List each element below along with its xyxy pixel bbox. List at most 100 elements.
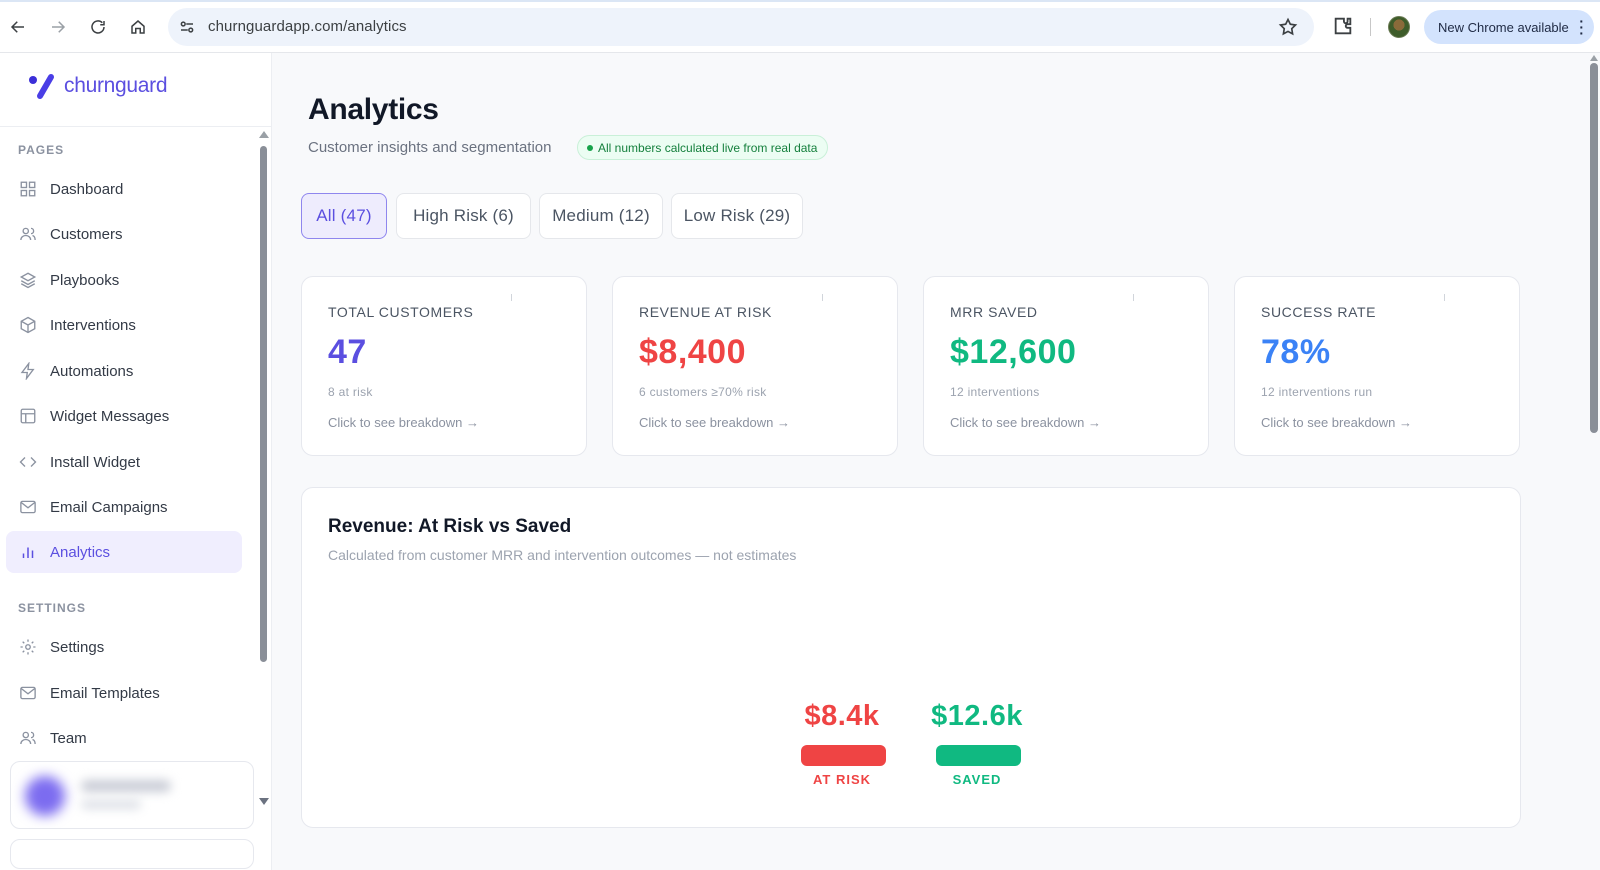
segment-tab-low-risk[interactable]: Low Risk (29) (671, 193, 803, 239)
chart-title: Revenue: At Risk vs Saved (328, 516, 572, 537)
zap-icon (19, 362, 37, 380)
live-data-badge: All numbers calculated live from real da… (577, 135, 829, 160)
sidebar-item-label: Settings (50, 638, 105, 656)
sidebar-item-playbooks[interactable]: Playbooks (6, 259, 242, 301)
sidebar-item-automations[interactable]: Automations (6, 350, 242, 392)
sidebar-item-settings[interactable]: Settings (6, 626, 242, 668)
kpi-card-total-customers[interactable]: TOTAL CUSTOMERS 47 8 at risk Click to se… (301, 276, 587, 456)
live-badge-label: All numbers calculated live from real da… (598, 140, 818, 155)
reload-icon[interactable] (83, 12, 113, 42)
kpi-breakdown-link[interactable]: Click to see breakdown → (639, 415, 790, 430)
segment-tab-all[interactable]: All (47) (301, 193, 387, 239)
bar-saved[interactable] (936, 745, 1021, 766)
grid-icon (19, 180, 37, 198)
back-icon[interactable] (3, 12, 33, 42)
sidebar-scroll-down-icon[interactable] (259, 798, 269, 805)
chart-subtitle: Calculated from customer MRR and interve… (328, 547, 797, 563)
kpi-label: MRR SAVED (950, 304, 1038, 320)
url-text[interactable]: churnguardapp.com/analytics (208, 18, 407, 35)
kpi-breakdown-link[interactable]: Click to see breakdown → (328, 415, 479, 430)
sidebar-scrollbar[interactable] (260, 146, 267, 662)
sidebar-item-email-campaigns[interactable]: Email Campaigns (6, 486, 242, 528)
avatar (25, 776, 65, 816)
layers-icon (19, 271, 37, 289)
sidebar-item-label: Interventions (50, 316, 136, 334)
card-handle (822, 294, 823, 301)
sidebar-item-customers[interactable]: Customers (6, 213, 242, 255)
layout-icon (19, 407, 37, 425)
code-icon (19, 453, 37, 471)
sidebar-item-label: Widget Messages (50, 407, 170, 425)
segment-tab-medium[interactable]: Medium (12) (539, 193, 663, 239)
users-icon (19, 225, 37, 243)
sidebar-item-label: Email Campaigns (50, 498, 168, 516)
kpi-breakdown-link[interactable]: Click to see breakdown → (950, 415, 1101, 430)
home-icon[interactable] (123, 12, 153, 42)
forward-icon[interactable] (43, 12, 73, 42)
kpi-value: $12,600 (950, 333, 1077, 371)
user-email-redacted (81, 800, 141, 809)
kpi-subtext: 8 at risk (328, 385, 373, 399)
users-icon (19, 729, 37, 747)
sidebar-item-label: Customers (50, 225, 123, 243)
kpi-card-revenue-at-risk[interactable]: REVENUE AT RISK $8,400 6 customers ≥70% … (612, 276, 898, 456)
chrome-update-button[interactable]: New Chrome available · · · (1424, 10, 1594, 44)
bar-category-label-at-risk: AT RISK (812, 772, 872, 787)
user-name-redacted (81, 780, 171, 792)
more-menu-icon[interactable]: · · · (1579, 14, 1584, 40)
sidebar-item-install-widget[interactable]: Install Widget (6, 441, 242, 483)
sidebar-item-label: Playbooks (50, 271, 120, 289)
bar-chart-icon (19, 543, 37, 561)
pages-section-label: PAGES (18, 143, 65, 157)
sidebar-item-dashboard[interactable]: Dashboard (6, 168, 242, 210)
sidebar-item-interventions[interactable]: Interventions (6, 304, 242, 346)
user-profile-card[interactable] (10, 761, 254, 829)
box-icon (19, 316, 37, 334)
chrome-update-label: New Chrome available (1438, 19, 1569, 35)
card-handle (1444, 294, 1445, 301)
bar-category-label-saved: SAVED (952, 772, 1002, 787)
kpi-breakdown-link[interactable]: Click to see breakdown → (1261, 415, 1412, 430)
sidebar-item-team[interactable]: Team (6, 717, 242, 759)
kpi-card-mrr-saved[interactable]: MRR SAVED $12,600 12 interventions Click… (923, 276, 1209, 456)
revenue-chart-card: Revenue: At Risk vs Saved Calculated fro… (301, 487, 1521, 828)
browser-toolbar: churnguardapp.com/analytics New Chrome a… (0, 0, 1600, 53)
sidebar-item-analytics[interactable]: Analytics (6, 531, 242, 573)
main-scroll-up-icon[interactable] (1590, 55, 1598, 61)
kpi-label: TOTAL CUSTOMERS (328, 304, 474, 320)
address-bar[interactable]: churnguardapp.com/analytics (168, 8, 1314, 46)
sidebar-item-widget-messages[interactable]: Widget Messages (6, 395, 242, 437)
sidebar-footer-button[interactable] (10, 839, 254, 869)
segment-tab-high-risk[interactable]: High Risk (6) (396, 193, 531, 239)
site-settings-icon[interactable] (178, 18, 196, 36)
main-content: Analytics Customer insights and segmenta… (272, 53, 1600, 870)
profile-avatar[interactable] (1388, 16, 1410, 38)
kpi-value: $8,400 (639, 333, 746, 371)
sidebar-divider (0, 126, 272, 127)
bar-value-label-saved: $12.6k (931, 700, 1023, 732)
card-handle (1133, 294, 1134, 301)
bar-at-risk[interactable] (801, 745, 886, 766)
logo[interactable]: churnguard (28, 71, 168, 101)
sidebar-item-label: Dashboard (50, 180, 124, 198)
bookmark-star-icon[interactable] (1278, 17, 1298, 37)
mail-icon (19, 684, 37, 702)
kpi-subtext: 6 customers ≥70% risk (639, 385, 767, 399)
kpi-card-success-rate[interactable]: SUCCESS RATE 78% 12 interventions run Cl… (1234, 276, 1520, 456)
sidebar-scroll-up-icon[interactable] (259, 131, 269, 138)
toolbar-separator (1370, 18, 1371, 36)
logo-text: churnguard (64, 74, 168, 97)
extensions-icon[interactable] (1332, 15, 1354, 37)
page-title: Analytics (308, 93, 439, 126)
main-scrollbar[interactable] (1590, 63, 1598, 433)
kpi-subtext: 12 interventions run (1261, 385, 1373, 399)
kpi-subtext: 12 interventions (950, 385, 1040, 399)
sidebar-item-label: Install Widget (50, 453, 141, 471)
bar-value-label-at-risk: $8.4k (804, 700, 880, 732)
churnguard-logo-icon (29, 74, 54, 99)
kpi-value: 78% (1261, 333, 1331, 371)
sidebar-item-email-templates[interactable]: Email Templates (6, 672, 242, 714)
kpi-value: 47 (328, 333, 367, 371)
gear-icon (19, 638, 37, 656)
page-subtitle: Customer insights and segmentation (308, 139, 552, 156)
